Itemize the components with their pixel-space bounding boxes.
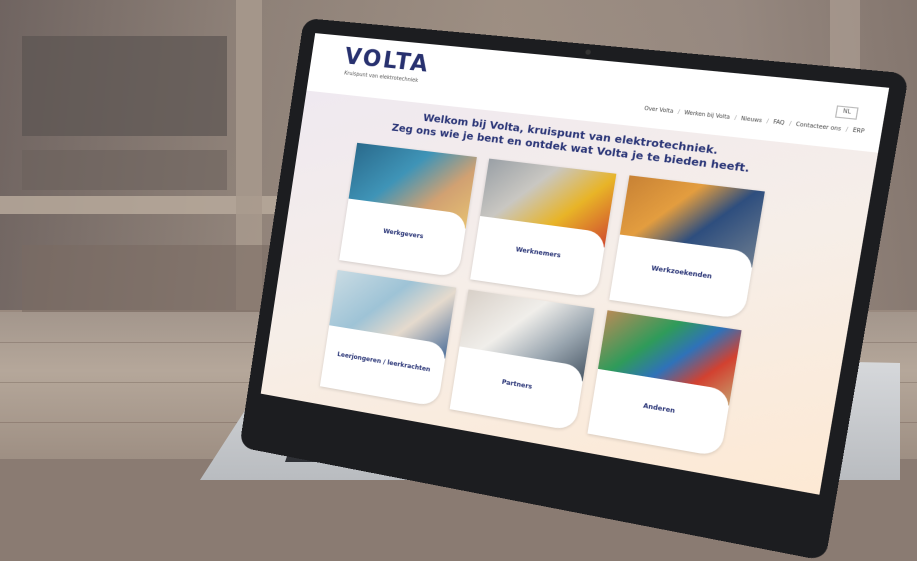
card-werkgevers[interactable]: Werkgevers	[339, 142, 477, 278]
nav-item-over-volta[interactable]: Over Volta	[644, 106, 674, 115]
card-anderen[interactable]: Anderen	[587, 310, 742, 457]
card-leerjongeren[interactable]: Leerjongeren / leerkrachten	[319, 269, 457, 407]
background-window-lower	[22, 150, 227, 190]
nav-separator: /	[845, 126, 849, 134]
card-werkzoekenden[interactable]: Werkzoekenden	[609, 175, 765, 320]
card-partners[interactable]: Partners	[449, 289, 595, 432]
nav-separator: /	[788, 120, 792, 128]
nav-item-nieuws[interactable]: Nieuws	[740, 116, 762, 125]
nav-item-faq[interactable]: FAQ	[773, 119, 785, 127]
language-select[interactable]: NL	[834, 105, 859, 120]
nav-item-erp[interactable]: ERP	[852, 127, 865, 135]
nav-separator: /	[677, 109, 681, 116]
nav-item-contact[interactable]: Contacteer ons	[795, 121, 841, 132]
background-window	[22, 36, 227, 136]
webcam-icon	[584, 49, 592, 56]
nav-separator: /	[765, 118, 770, 126]
laptop-screen: VOLTA Kruispunt van elektrotechniek NL O…	[260, 33, 890, 495]
nav-separator: /	[733, 115, 737, 122]
card-werknemers[interactable]: Werknemers	[470, 158, 617, 298]
nav-item-werken-bij-volta[interactable]: Werken bij Volta	[684, 110, 731, 121]
